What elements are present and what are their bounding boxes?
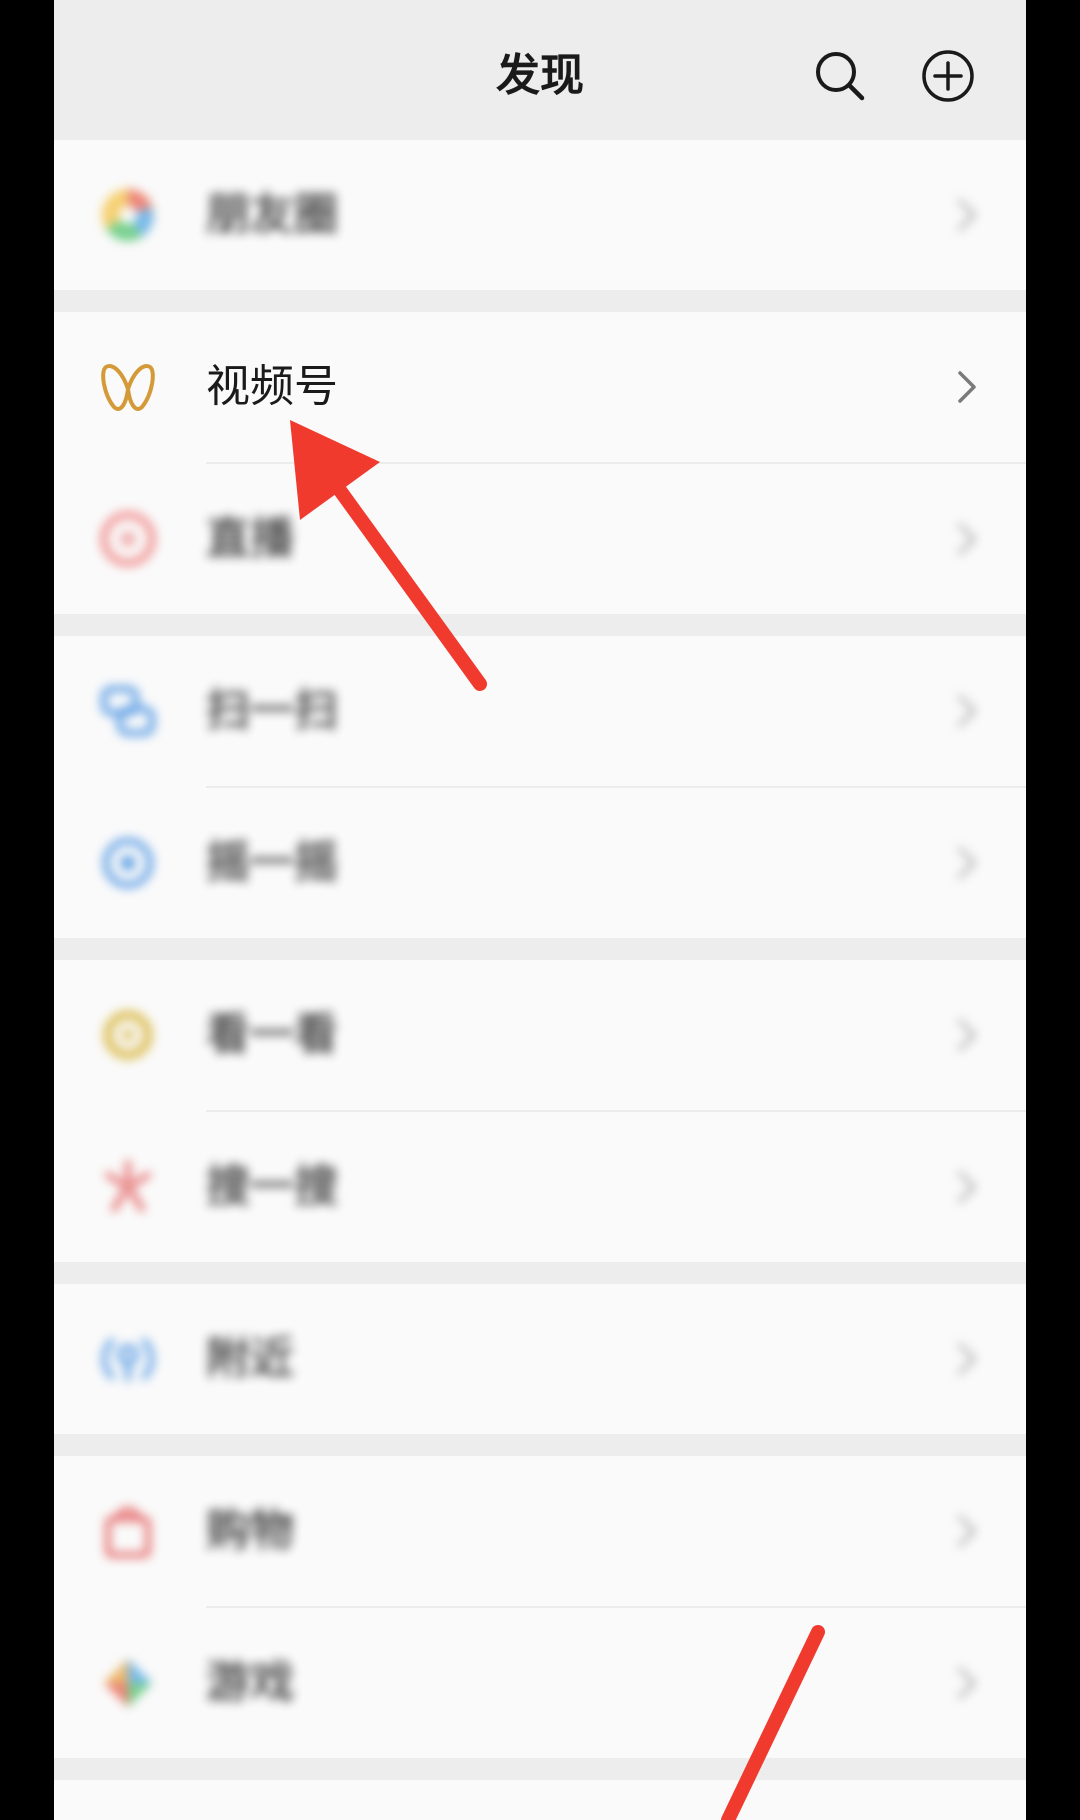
menu-item-channels[interactable]: 视频号 xyxy=(54,312,1026,462)
menu-item-label: 游戏 xyxy=(206,1657,294,1708)
menu-item-shake[interactable]: 摇一摇 xyxy=(54,788,1026,938)
menu-group-partial xyxy=(54,1780,1026,1820)
menu-item-label: 直播 xyxy=(206,513,294,564)
menu-group-nearby: 附近 xyxy=(54,1284,1026,1434)
chevron-right-icon xyxy=(952,367,982,407)
chevron-right-icon xyxy=(952,1511,982,1551)
chevron-right-icon xyxy=(952,691,982,731)
chevron-right-icon xyxy=(952,195,982,235)
chevron-right-icon xyxy=(952,843,982,883)
menu-item-label: 摇一摇 xyxy=(206,837,338,888)
menu-item-label: 购物 xyxy=(206,1505,294,1556)
page-title: 发现 xyxy=(496,50,584,101)
add-button[interactable] xyxy=(918,46,978,106)
search-icon xyxy=(816,52,865,101)
chevron-right-icon xyxy=(952,1663,982,1703)
menu-group-scan: 扫一扫 摇一摇 xyxy=(54,636,1026,938)
top-stories-icon xyxy=(98,1005,158,1065)
discover-screen: 发现 朋友圈 视频号 直播 扫一扫 摇一摇 看一看 搜一搜 附近 购物 游戏 xyxy=(54,0,1026,1820)
chevron-right-icon xyxy=(952,1015,982,1055)
menu-group-moments: 朋友圈 xyxy=(54,140,1026,290)
menu-item-label: 看一看 xyxy=(206,1009,338,1060)
menu-item-scan[interactable]: 扫一扫 xyxy=(54,636,1026,786)
shake-icon xyxy=(98,833,158,893)
channels-icon xyxy=(98,357,158,417)
plus-circle-icon xyxy=(922,50,974,102)
menu-item-label: 搜一搜 xyxy=(206,1161,338,1212)
scan-icon xyxy=(98,681,158,741)
live-icon xyxy=(98,509,158,569)
menu-group-top-stories: 看一看 搜一搜 xyxy=(54,960,1026,1262)
menu-item-label: 扫一扫 xyxy=(206,685,338,736)
chevron-right-icon xyxy=(952,1339,982,1379)
header-bar: 发现 xyxy=(54,0,1026,140)
moments-icon xyxy=(98,185,158,245)
search-button[interactable] xyxy=(810,46,870,106)
menu-item-moments[interactable]: 朋友圈 xyxy=(54,140,1026,290)
menu-item-label: 朋友圈 xyxy=(206,189,338,240)
menu-group-channels: 视频号 直播 xyxy=(54,312,1026,614)
games-icon xyxy=(98,1653,158,1713)
menu-item-label: 附近 xyxy=(206,1333,294,1384)
menu-item-games[interactable]: 游戏 xyxy=(54,1608,1026,1758)
search-star-icon xyxy=(98,1157,158,1217)
menu-group-shopping: 购物 游戏 xyxy=(54,1456,1026,1758)
chevron-right-icon xyxy=(952,1167,982,1207)
menu-item-label: 视频号 xyxy=(206,361,338,412)
menu-item-search[interactable]: 搜一搜 xyxy=(54,1112,1026,1262)
menu-item-live[interactable]: 直播 xyxy=(54,464,1026,614)
menu-item-top-stories[interactable]: 看一看 xyxy=(54,960,1026,1110)
chevron-right-icon xyxy=(952,519,982,559)
nearby-icon xyxy=(98,1329,158,1389)
shopping-bag-icon xyxy=(98,1501,158,1561)
menu-item-shopping[interactable]: 购物 xyxy=(54,1456,1026,1606)
menu-item-nearby[interactable]: 附近 xyxy=(54,1284,1026,1434)
